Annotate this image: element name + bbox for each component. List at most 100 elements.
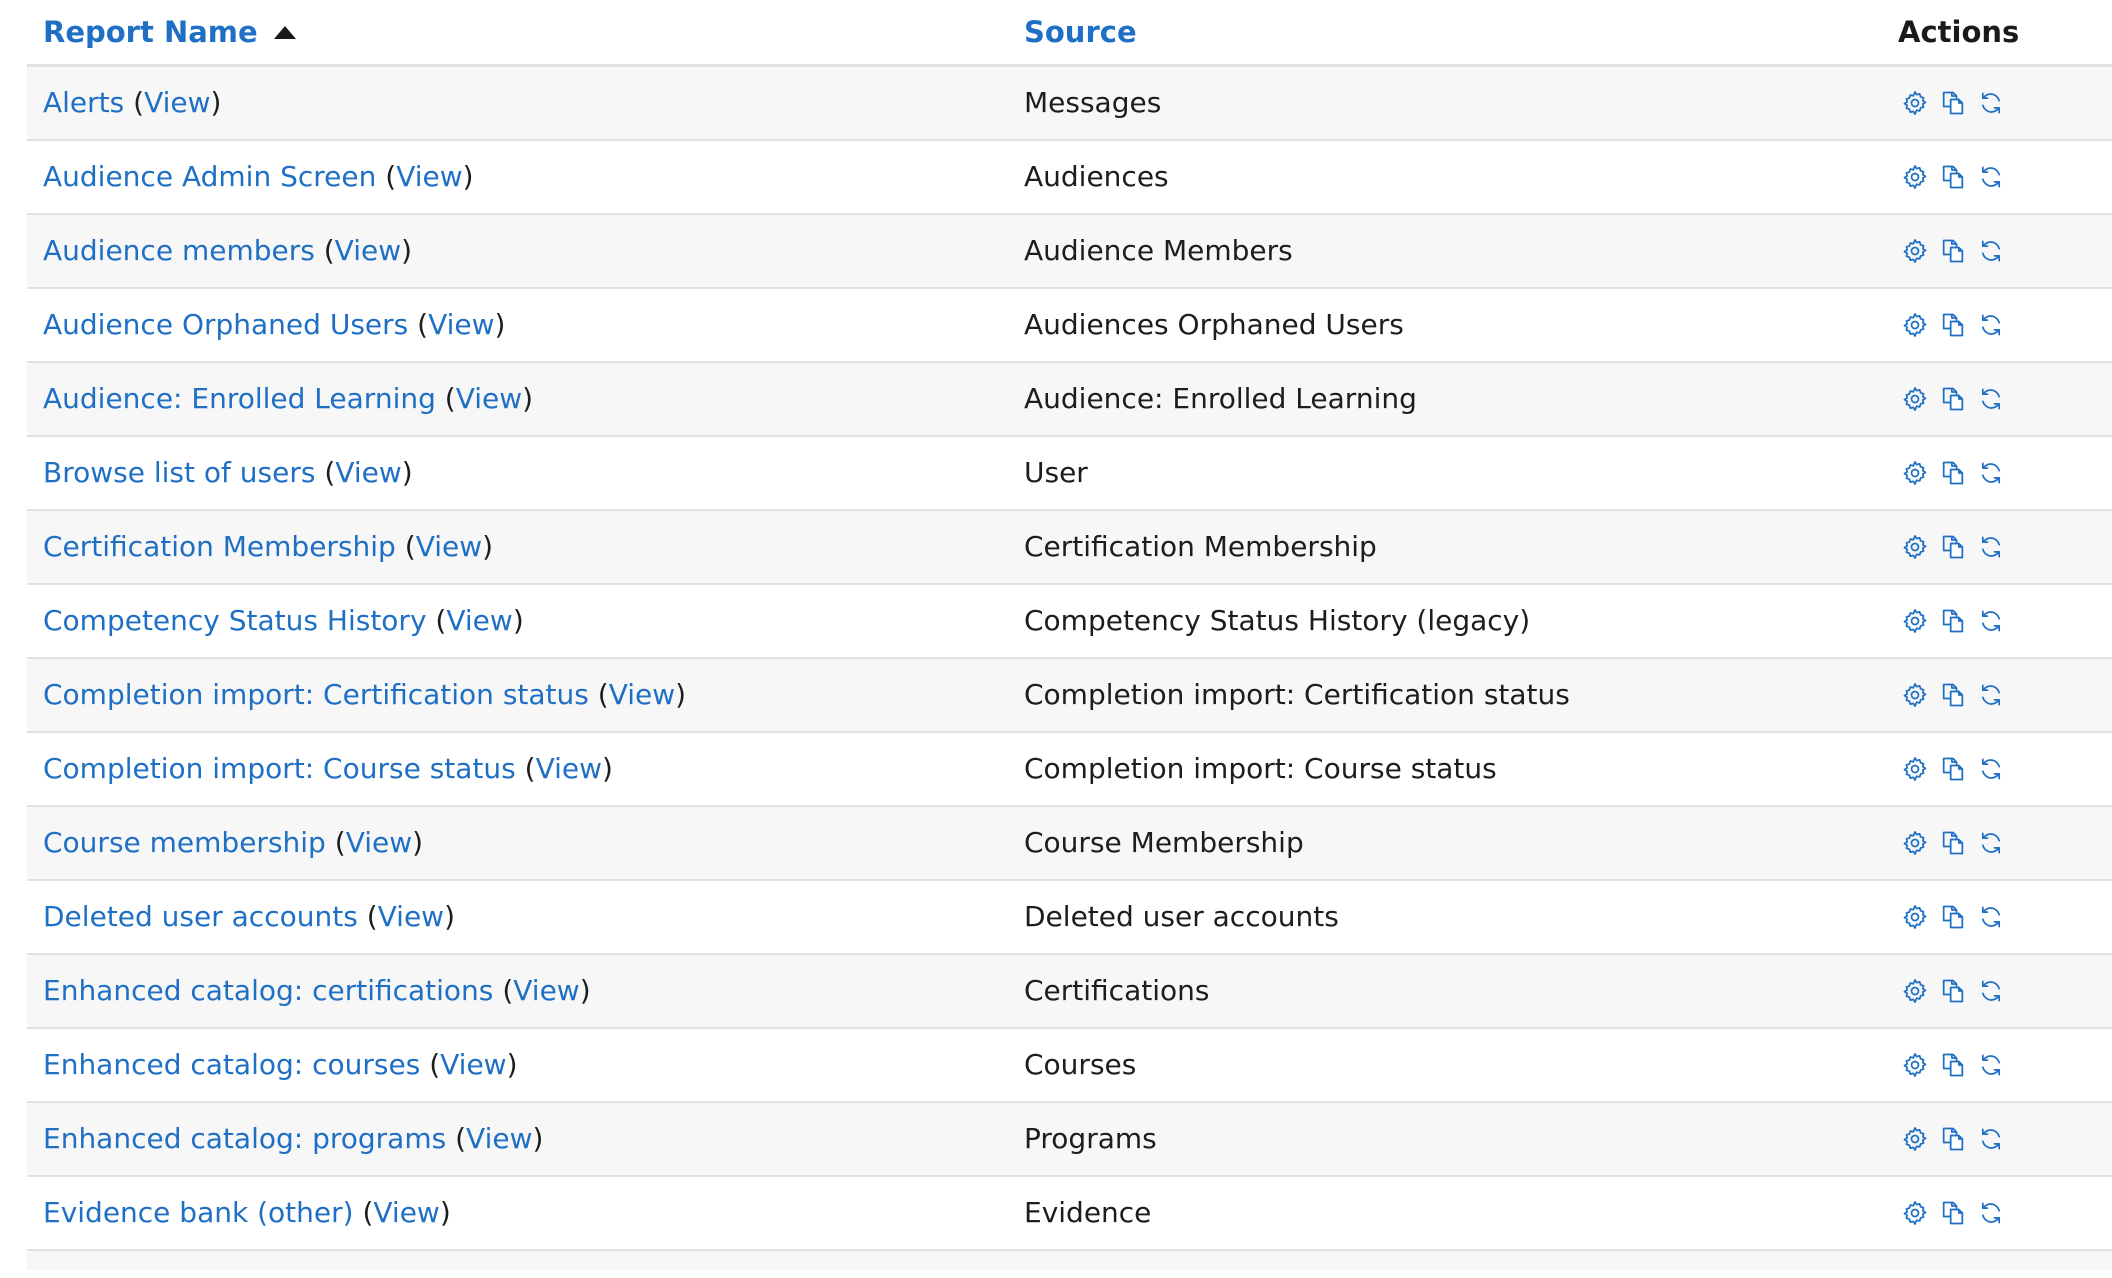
view-report-link[interactable]: View (456, 382, 522, 415)
clone-button[interactable] (1938, 1050, 1968, 1080)
reload-button[interactable] (1976, 976, 2006, 1006)
view-report-link[interactable]: View (335, 456, 401, 489)
report-source-text: Courses (1024, 1048, 1137, 1081)
report-name-link[interactable]: Evidence bank (other) (43, 1196, 354, 1229)
actions-header-label: Actions (1898, 15, 2020, 49)
clone-button[interactable] (1938, 384, 1968, 414)
reload-button[interactable] (1976, 310, 2006, 340)
view-report-link[interactable]: View (466, 1122, 532, 1155)
report-actions-cell (1894, 213, 2112, 289)
settings-button[interactable] (1900, 310, 1930, 340)
view-report-link[interactable]: View (416, 530, 482, 563)
refresh-icon (1981, 980, 2001, 1001)
report-source-text: Completion import: Certification status (1024, 678, 1570, 711)
clone-button[interactable] (1938, 902, 1968, 932)
report-name-link[interactable]: Competency Status History (43, 604, 427, 637)
clone-button[interactable] (1938, 532, 1968, 562)
report-name-link[interactable]: Enhanced catalog: programs (43, 1122, 446, 1155)
view-report-link[interactable]: View (428, 308, 494, 341)
column-header-report-name[interactable]: Report Name (27, 0, 1024, 67)
gear-icon (1903, 534, 1927, 559)
report-name-link[interactable]: Audience Admin Screen (43, 160, 376, 193)
reload-button[interactable] (1976, 1124, 2006, 1154)
clone-button[interactable] (1938, 754, 1968, 784)
reload-button[interactable] (1976, 384, 2006, 414)
settings-button[interactable] (1900, 976, 1930, 1006)
report-name-link[interactable]: Audience members (43, 234, 315, 267)
settings-button[interactable] (1900, 236, 1930, 266)
copy-icon (1942, 461, 1964, 484)
reload-button[interactable] (1976, 1050, 2006, 1080)
report-name-link[interactable]: Alerts (43, 86, 124, 119)
reload-button[interactable] (1976, 1198, 2006, 1228)
clone-button[interactable] (1938, 976, 1968, 1006)
settings-button[interactable] (1900, 680, 1930, 710)
view-report-link[interactable]: View (609, 678, 675, 711)
settings-button[interactable] (1900, 162, 1930, 192)
reload-button[interactable] (1976, 532, 2006, 562)
report-name-link[interactable]: Deleted user accounts (43, 900, 358, 933)
clone-button[interactable] (1938, 606, 1968, 636)
settings-button[interactable] (1900, 384, 1930, 414)
sort-by-source-link[interactable]: Source (1024, 15, 1137, 49)
paren-open: ( (417, 308, 429, 341)
view-report-link[interactable]: View (346, 826, 412, 859)
column-header-source[interactable]: Source (1024, 0, 1894, 67)
table-row: Completion import: Course status (View) … (27, 731, 2112, 807)
report-actions-cell (1894, 139, 2112, 215)
report-name-link[interactable]: Completion import: Certification status (43, 678, 589, 711)
settings-button[interactable] (1900, 606, 1930, 636)
clone-button[interactable] (1938, 236, 1968, 266)
view-report-link[interactable]: View (373, 1196, 439, 1229)
reload-button[interactable] (1976, 162, 2006, 192)
report-name-link[interactable]: Audience Orphaned Users (43, 308, 408, 341)
report-name-link[interactable]: Course membership (43, 826, 326, 859)
sort-by-report-name-link[interactable]: Report Name (43, 15, 258, 49)
clone-button[interactable] (1938, 88, 1968, 118)
report-name-cell: Audience Orphaned Users (View) (27, 287, 1024, 363)
view-report-link[interactable]: View (335, 234, 401, 267)
reload-button[interactable] (1976, 902, 2006, 932)
reload-button[interactable] (1976, 606, 2006, 636)
settings-button[interactable] (1900, 458, 1930, 488)
clone-button[interactable] (1938, 458, 1968, 488)
clone-button[interactable] (1938, 828, 1968, 858)
clone-button[interactable] (1938, 162, 1968, 192)
settings-button[interactable] (1900, 754, 1930, 784)
settings-button[interactable] (1900, 1124, 1930, 1154)
report-name-link[interactable]: Certification Membership (43, 530, 396, 563)
clone-button[interactable] (1938, 680, 1968, 710)
reload-button[interactable] (1976, 754, 2006, 784)
report-name-link[interactable]: Completion import: Course status (43, 752, 516, 785)
view-report-link[interactable]: View (513, 974, 579, 1007)
report-name-link[interactable]: Enhanced catalog: courses (43, 1048, 420, 1081)
view-report-link[interactable]: View (396, 160, 462, 193)
settings-button[interactable] (1900, 88, 1930, 118)
report-name-cell: Certification Membership (View) (27, 509, 1024, 585)
report-source-cell: Audiences (1024, 139, 1894, 215)
report-name-link[interactable]: Audience: Enrolled Learning (43, 382, 436, 415)
reload-button[interactable] (1976, 458, 2006, 488)
clone-button[interactable] (1938, 1124, 1968, 1154)
report-name-link[interactable]: Enhanced catalog: certifications (43, 974, 493, 1007)
reload-button[interactable] (1976, 680, 2006, 710)
view-report-link[interactable]: View (440, 1048, 506, 1081)
paren-close: ) (482, 530, 494, 563)
settings-button[interactable] (1900, 1198, 1930, 1228)
refresh-icon (1981, 1128, 2001, 1149)
view-report-link[interactable]: View (378, 900, 444, 933)
reload-button[interactable] (1976, 236, 2006, 266)
reload-button[interactable] (1976, 828, 2006, 858)
view-report-link[interactable]: View (446, 604, 512, 637)
clone-button[interactable] (1938, 1198, 1968, 1228)
view-report-link[interactable]: View (536, 752, 602, 785)
settings-button[interactable] (1900, 532, 1930, 562)
settings-button[interactable] (1900, 1050, 1930, 1080)
settings-button[interactable] (1900, 828, 1930, 858)
reload-button[interactable] (1976, 88, 2006, 118)
gear-icon (1903, 164, 1927, 189)
settings-button[interactable] (1900, 902, 1930, 932)
report-name-link[interactable]: Browse list of users (43, 456, 315, 489)
clone-button[interactable] (1938, 310, 1968, 340)
view-report-link[interactable]: View (144, 86, 210, 119)
